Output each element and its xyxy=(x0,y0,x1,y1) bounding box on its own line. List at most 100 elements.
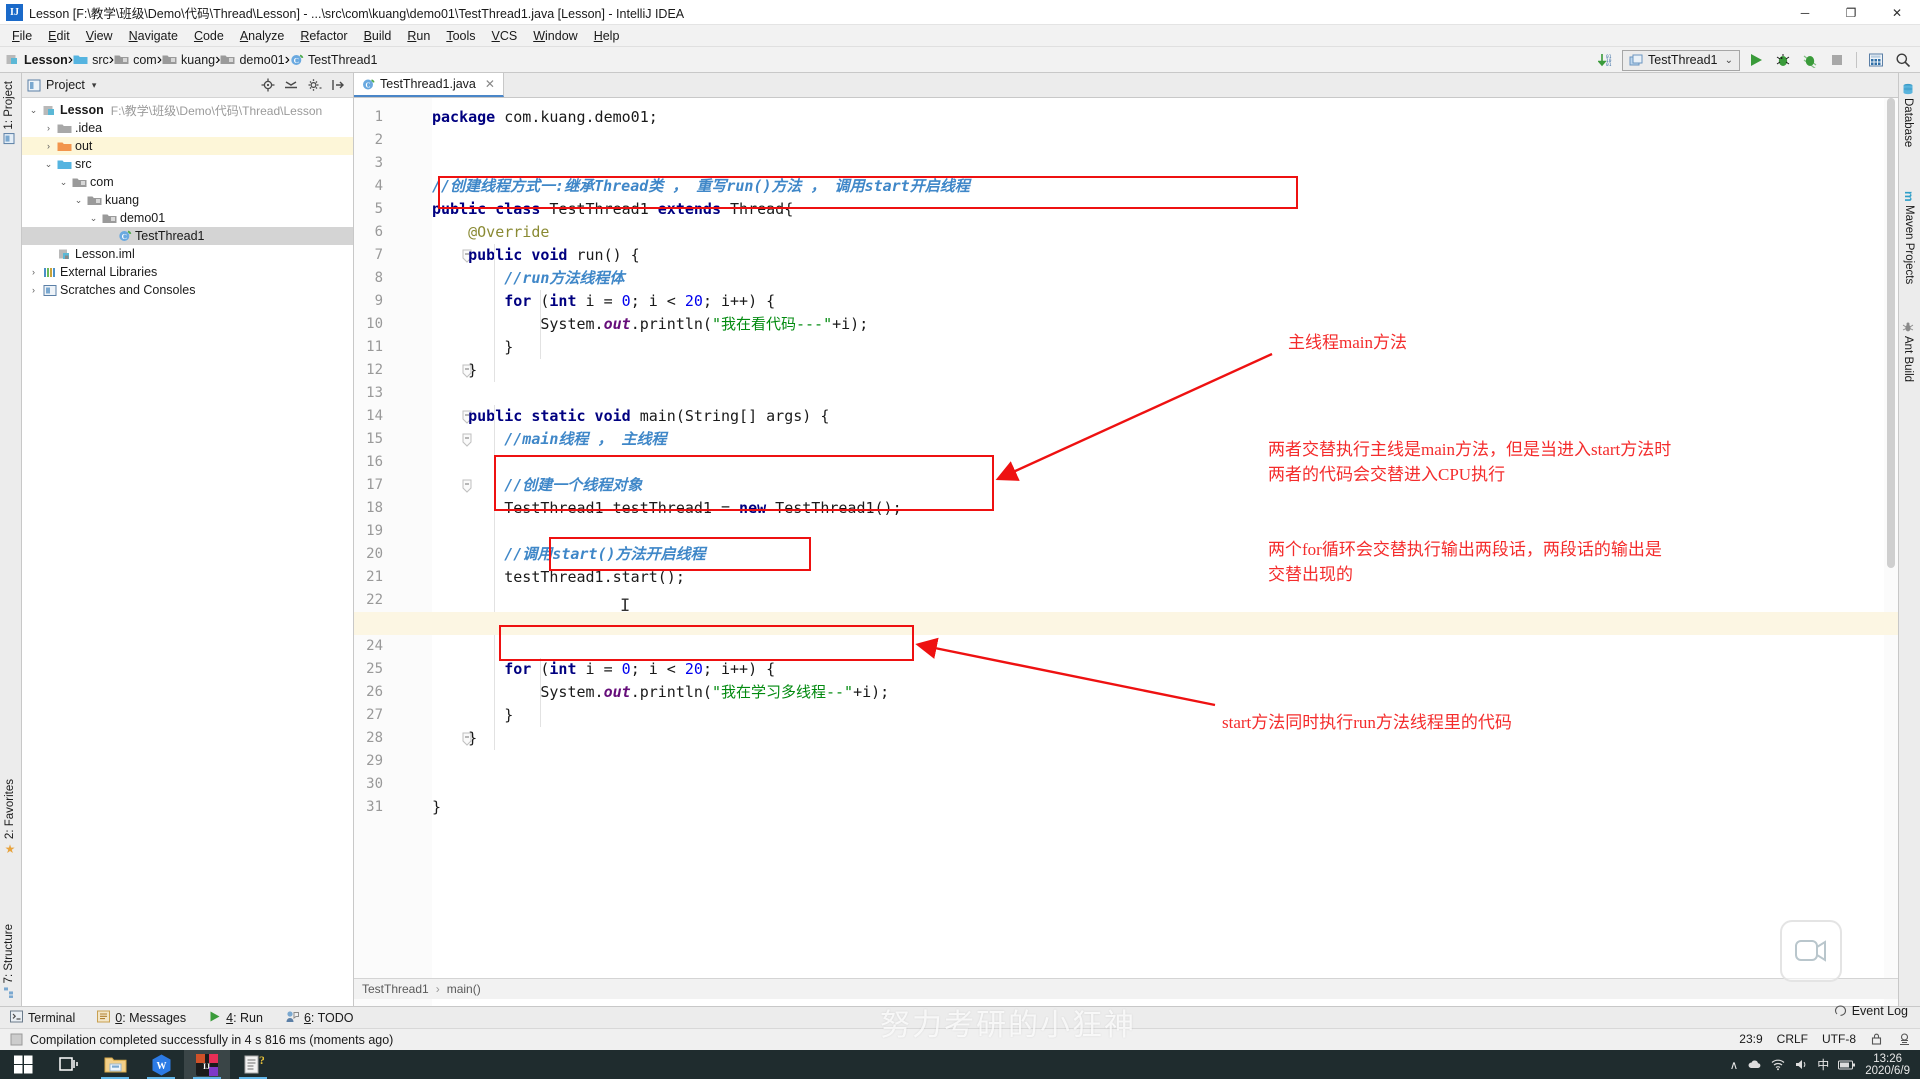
sidebar-item-structure[interactable]: 7: Structure xyxy=(3,924,15,998)
file-explorer-button[interactable] xyxy=(92,1050,138,1079)
menu-item-help[interactable]: Help xyxy=(586,27,628,45)
tray-chevron-icon[interactable]: ∧ xyxy=(1730,1058,1738,1072)
caret-position[interactable]: 23:9 xyxy=(1739,1032,1762,1046)
update-project-icon[interactable]: 01 10 01 xyxy=(1595,50,1617,71)
help-doc-button[interactable]: ? xyxy=(230,1050,276,1079)
event-log-button[interactable]: Event Log xyxy=(1834,1004,1908,1018)
sidebar-item-maven[interactable]: m Maven Projects xyxy=(1902,191,1916,284)
breadcrumb-item-kuang[interactable]: kuang xyxy=(162,53,215,67)
tree-node-com[interactable]: ⌄ com xyxy=(22,173,353,191)
sidebar-item-project[interactable]: 1: Project xyxy=(3,81,15,145)
menu-item-vcs[interactable]: VCS xyxy=(484,27,526,45)
code-line[interactable]: } xyxy=(432,727,477,750)
tree-node-scratches-and-consoles[interactable]: › Scratches and Consoles xyxy=(22,281,353,299)
code-line[interactable]: } xyxy=(432,336,513,359)
menu-item-run[interactable]: Run xyxy=(399,27,438,45)
input-method-icon[interactable]: 中 xyxy=(1817,1056,1829,1073)
speaker-icon[interactable] xyxy=(1794,1058,1808,1071)
chevron-icon[interactable]: › xyxy=(26,267,41,277)
chevron-down-icon[interactable]: ▾ xyxy=(92,80,97,91)
run-with-coverage-button[interactable] xyxy=(1799,50,1821,71)
menu-item-view[interactable]: View xyxy=(78,27,121,45)
tree-node-external-libraries[interactable]: › External Libraries xyxy=(22,263,353,281)
menu-item-code[interactable]: Code xyxy=(186,27,232,45)
tool-window-6-todo[interactable]: 6: TODO xyxy=(285,1010,354,1026)
chevron-icon[interactable]: › xyxy=(26,285,41,295)
chevron-icon[interactable]: ⌄ xyxy=(26,105,41,116)
search-everywhere-icon[interactable] xyxy=(1892,50,1914,71)
chevron-down-icon[interactable]: ⌄ xyxy=(1725,55,1733,66)
inspections-icon[interactable] xyxy=(1897,1032,1912,1046)
menu-item-build[interactable]: Build xyxy=(356,27,400,45)
code-line[interactable]: //调用start()方法开启线程 xyxy=(432,543,705,566)
sidebar-item-favorites[interactable]: ★ 2: Favorites xyxy=(3,779,17,856)
code-line[interactable]: //main线程 ， 主线程 xyxy=(432,428,666,451)
chevron-icon[interactable]: ⌄ xyxy=(56,177,71,188)
battery-icon[interactable] xyxy=(1838,1059,1856,1071)
tab-testthread1-java[interactable]: C TestThread1.java ✕ xyxy=(354,73,504,97)
collapse-all-icon[interactable] xyxy=(284,78,298,92)
chevron-icon[interactable]: › xyxy=(41,141,56,151)
intellij-button[interactable]: IJ xyxy=(184,1050,230,1079)
cloud-icon[interactable] xyxy=(1747,1058,1762,1071)
breadcrumb-method[interactable]: main() xyxy=(447,982,481,996)
close-button[interactable]: ✕ xyxy=(1874,0,1920,25)
code-line[interactable]: //创建线程方式一:继承Thread类 ， 重写run()方法 ， 调用star… xyxy=(432,175,970,198)
sidebar-item-ant[interactable]: Ant Build xyxy=(1902,321,1914,382)
minimize-button[interactable]: ─ xyxy=(1782,0,1828,25)
tool-window-terminal[interactable]: Terminal xyxy=(10,1010,75,1026)
chevron-icon[interactable]: ⌄ xyxy=(41,159,56,170)
code-line[interactable]: } xyxy=(432,704,513,727)
tree-node-lesson[interactable]: ⌄ Lesson F:\教学\班级\Demo\代码\Thread\Lesson xyxy=(22,101,353,119)
code-line[interactable]: System.out.println("我在学习多线程--"+i); xyxy=(432,681,889,704)
chevron-icon[interactable]: ⌄ xyxy=(86,213,101,224)
code-line[interactable]: TestThread1 testThread1 = new TestThread… xyxy=(432,497,901,520)
menu-item-tools[interactable]: Tools xyxy=(438,27,483,45)
network-icon[interactable] xyxy=(1771,1058,1785,1071)
tree-node-src[interactable]: ⌄ src xyxy=(22,155,353,173)
chevron-icon[interactable]: ⌄ xyxy=(71,195,86,206)
tool-window-4-run[interactable]: 4: Run xyxy=(208,1010,263,1026)
file-encoding[interactable]: UTF-8 xyxy=(1822,1032,1856,1046)
debug-button[interactable] xyxy=(1772,50,1794,71)
code-line[interactable]: for (int i = 0; i < 20; i++) { xyxy=(432,658,775,681)
chevron-icon[interactable]: › xyxy=(41,123,56,133)
scrollbar-thumb[interactable] xyxy=(1887,98,1895,568)
tool-window-0-messages[interactable]: 0: Messages xyxy=(97,1010,186,1026)
tree-node-out[interactable]: › out xyxy=(22,137,353,155)
menu-item-refactor[interactable]: Refactor xyxy=(292,27,355,45)
tree-node-lesson-iml[interactable]: Lesson.iml xyxy=(22,245,353,263)
editor-scrollbar[interactable]: ✓ xyxy=(1884,98,1898,1006)
breadcrumb-item-com[interactable]: com xyxy=(114,53,157,67)
code-line[interactable]: package com.kuang.demo01; xyxy=(432,106,658,129)
code-line[interactable]: public static void main(String[] args) { xyxy=(432,405,829,428)
code-content[interactable]: package com.kuang.demo01; //创建线程方式一:继承Thr… xyxy=(432,98,1884,1006)
breadcrumb-class[interactable]: TestThread1 xyxy=(362,982,429,996)
code-line[interactable]: //run方法线程体 xyxy=(432,267,624,290)
menu-item-file[interactable]: File xyxy=(4,27,40,45)
breadcrumb-item-src[interactable]: src xyxy=(73,53,109,67)
code-line[interactable]: System.out.println("我在看代码---"+i); xyxy=(432,313,868,336)
run-button[interactable] xyxy=(1745,50,1767,71)
menu-item-window[interactable]: Window xyxy=(525,27,585,45)
code-line[interactable]: } xyxy=(432,796,441,819)
menu-item-navigate[interactable]: Navigate xyxy=(121,27,186,45)
code-line[interactable]: @Override xyxy=(432,221,549,244)
read-write-lock-icon[interactable] xyxy=(1870,1032,1883,1046)
hide-panel-icon[interactable] xyxy=(331,78,345,92)
maximize-button[interactable]: ❐ xyxy=(1828,0,1874,25)
menu-item-edit[interactable]: Edit xyxy=(40,27,78,45)
start-button[interactable] xyxy=(0,1050,46,1079)
build-project-icon[interactable] xyxy=(1865,50,1887,71)
code-line[interactable]: public void run() { xyxy=(432,244,640,267)
settings-gear-icon[interactable] xyxy=(307,78,322,92)
wps-button[interactable]: W xyxy=(138,1050,184,1079)
sidebar-item-database[interactable]: Database xyxy=(1902,83,1914,147)
menu-item-analyze[interactable]: Analyze xyxy=(232,27,292,45)
code-line[interactable]: } xyxy=(432,359,477,382)
editor-body[interactable]: 1234567O89101112131415161718192021222324… xyxy=(354,98,1898,1006)
tree-node--idea[interactable]: › .idea xyxy=(22,119,353,137)
tree-node-kuang[interactable]: ⌄ kuang xyxy=(22,191,353,209)
code-line[interactable]: for (int i = 0; i < 20; i++) { xyxy=(432,290,775,313)
code-line[interactable]: public class TestThread1 extends Thread{ xyxy=(432,198,793,221)
